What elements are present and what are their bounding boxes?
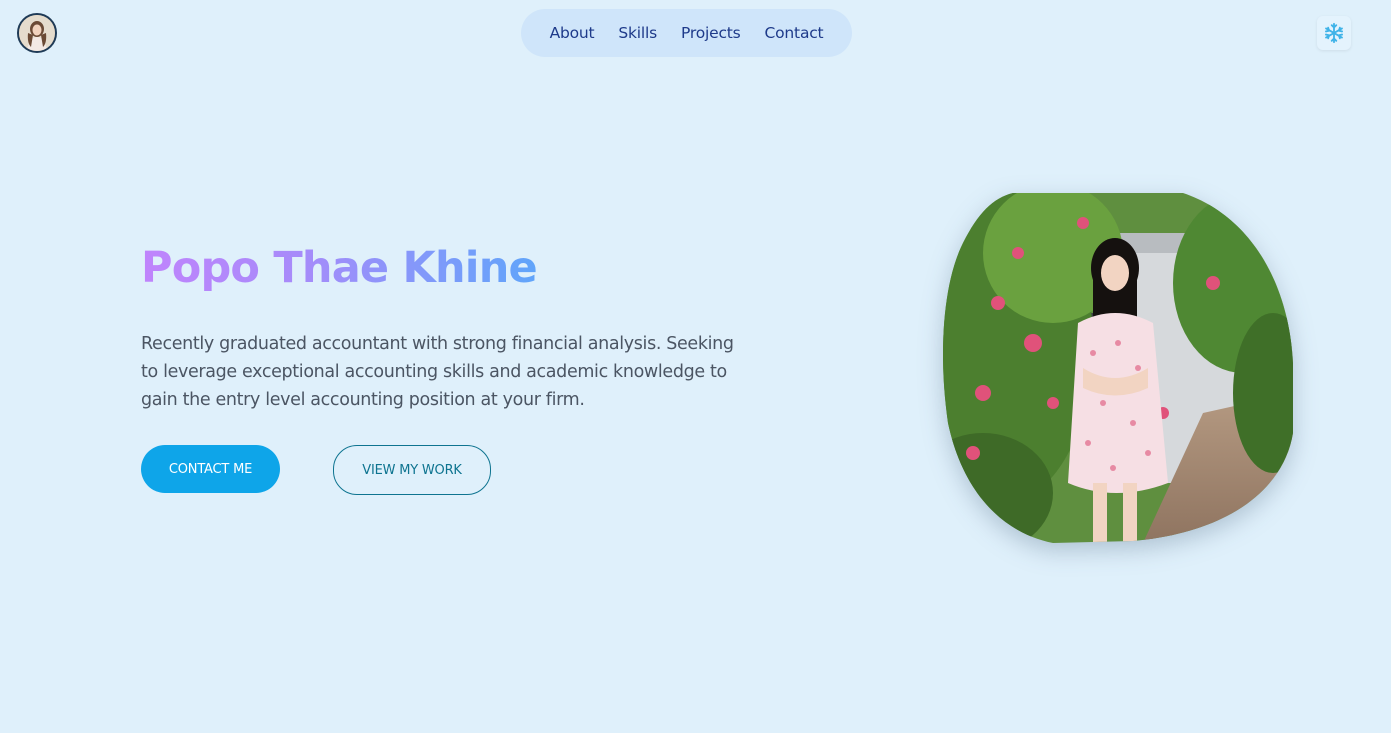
avatar[interactable] [17,13,57,53]
nav-item-projects[interactable]: Projects [681,24,741,42]
nav-item-contact[interactable]: Contact [765,24,824,42]
main-nav: About Skills Projects Contact [521,9,852,57]
theme-toggle-button[interactable] [1317,16,1351,50]
view-my-work-button[interactable]: VIEW MY WORK [333,445,491,495]
hero-name: Popo Thae Khine [141,236,538,300]
hero-description: Recently graduated accountant with stron… [141,334,734,410]
nav-item-skills[interactable]: Skills [618,24,657,42]
profile-photo [943,193,1293,543]
avatar-image [19,15,55,51]
snowflake-icon [1325,22,1343,44]
nav-item-about[interactable]: About [550,24,595,42]
contact-me-button[interactable]: CONTACT ME [141,445,280,493]
